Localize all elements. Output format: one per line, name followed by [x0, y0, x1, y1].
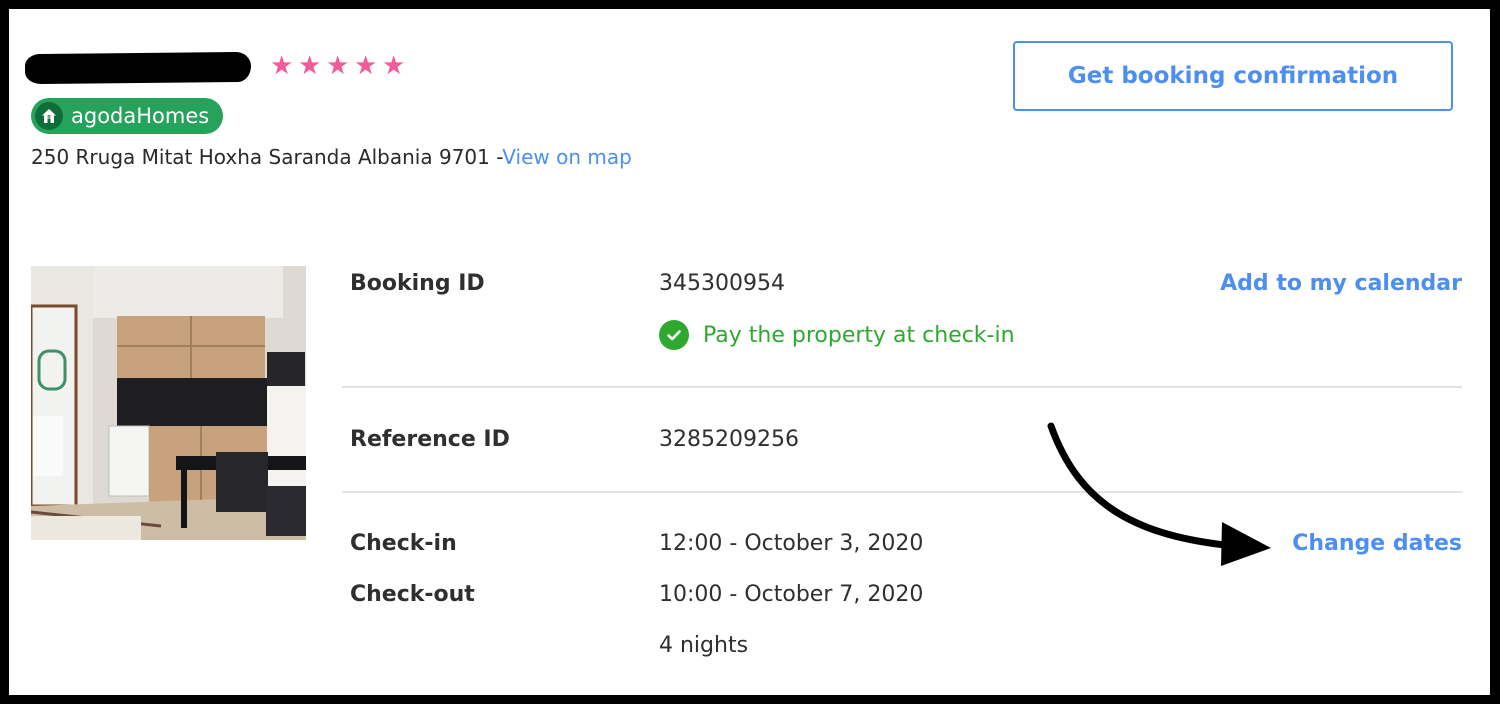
divider: [342, 386, 1462, 388]
star-icon: ★: [326, 51, 350, 81]
checkin-label: Check-in: [350, 531, 457, 556]
star-rating: ★ ★ ★ ★ ★: [270, 51, 406, 81]
checkout-label: Check-out: [350, 582, 475, 607]
redacted-property-name: [24, 51, 252, 85]
booking-card: ★ ★ ★ ★ ★ agodaHomes 250 Rruga Mitat Hox…: [9, 9, 1490, 695]
checkout-value: 10:00 - October 7, 2020: [659, 582, 924, 607]
get-booking-confirmation-button[interactable]: Get booking confirmation: [1013, 41, 1453, 111]
booking-id-value: 345300954: [659, 271, 785, 296]
checkin-value: 12:00 - October 3, 2020: [659, 531, 924, 556]
booking-id-label: Booking ID: [350, 271, 485, 296]
check-circle-icon: [659, 320, 689, 350]
star-icon: ★: [298, 51, 322, 81]
address-text: 250 Rruga Mitat Hoxha Saranda Albania 97…: [31, 145, 503, 169]
home-icon: [35, 102, 63, 130]
curved-arrow-icon: [1047, 422, 1271, 566]
badge-label: agodaHomes: [71, 104, 210, 128]
payment-note: Pay the property at check-in: [703, 322, 1015, 348]
add-to-calendar-link[interactable]: Add to my calendar: [1220, 271, 1462, 296]
change-dates-link[interactable]: Change dates: [1292, 531, 1462, 556]
reference-id-value: 3285209256: [659, 427, 799, 452]
reference-id-label: Reference ID: [350, 427, 510, 452]
payment-status: Pay the property at check-in: [659, 320, 1015, 350]
star-icon: ★: [382, 51, 406, 81]
star-icon: ★: [354, 51, 378, 81]
property-photo: [31, 266, 306, 540]
nights-count: 4 nights: [659, 633, 749, 658]
star-icon: ★: [270, 51, 294, 81]
view-on-map-link[interactable]: View on map: [502, 145, 632, 169]
divider: [342, 491, 1462, 493]
property-address: 250 Rruga Mitat Hoxha Saranda Albania 97…: [31, 145, 632, 169]
agoda-homes-badge: agodaHomes: [31, 98, 224, 134]
